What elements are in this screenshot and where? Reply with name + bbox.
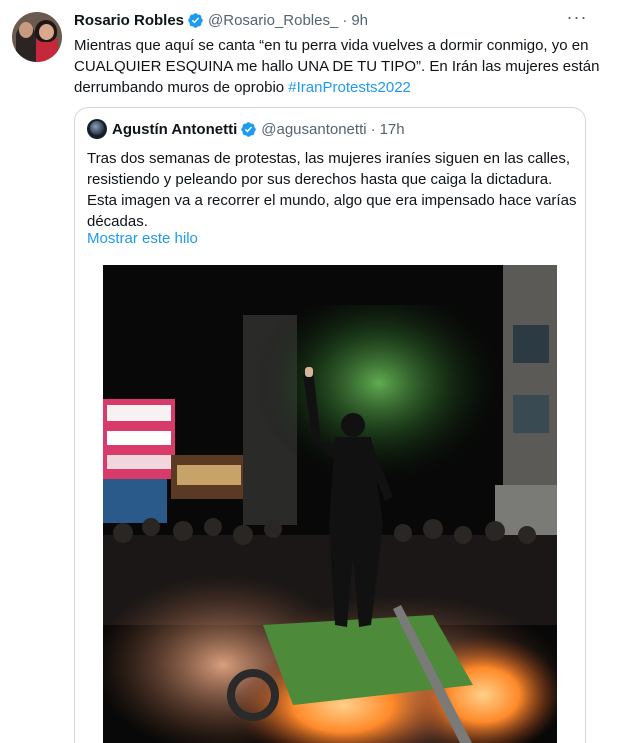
- quoted-author-avatar[interactable]: [87, 119, 107, 139]
- protest-photo-image: [103, 265, 557, 743]
- quoted-tweet-text: Tras dos semanas de protestas, las mujer…: [87, 150, 577, 230]
- quoted-timestamp[interactable]: 17h: [380, 121, 405, 138]
- quoted-tweet-header: Agustín Antonetti @agusantonetti · 17h: [112, 119, 405, 139]
- quoted-author-handle[interactable]: @agusantonetti: [261, 121, 366, 138]
- tweet-text: Mientras que aquí se canta “en tu perra …: [74, 35, 614, 98]
- author-handle[interactable]: @Rosario_Robles_: [208, 12, 338, 29]
- quoted-tweet[interactable]: Agustín Antonetti @agusantonetti · 17h T…: [74, 107, 586, 743]
- tweet-header: Rosario Robles @Rosario_Robles_ · 9h: [74, 10, 368, 30]
- tweet[interactable]: Rosario Robles @Rosario_Robles_ · 9h ···…: [0, 0, 625, 743]
- verified-badge-icon: [241, 121, 257, 137]
- tweet-timestamp[interactable]: 9h: [351, 12, 368, 29]
- author-avatar[interactable]: [12, 12, 62, 62]
- hashtag-link[interactable]: #IranProtests2022: [288, 79, 411, 96]
- separator-dot: ·: [370, 120, 376, 138]
- protest-photo[interactable]: [103, 265, 557, 743]
- separator-dot: ·: [342, 11, 348, 29]
- quoted-author-name[interactable]: Agustín Antonetti: [112, 121, 237, 138]
- verified-badge-icon: [188, 12, 203, 28]
- show-thread-link[interactable]: Mostrar este hilo: [87, 230, 198, 247]
- more-options-icon[interactable]: ···: [566, 8, 588, 30]
- author-name[interactable]: Rosario Robles: [74, 12, 184, 29]
